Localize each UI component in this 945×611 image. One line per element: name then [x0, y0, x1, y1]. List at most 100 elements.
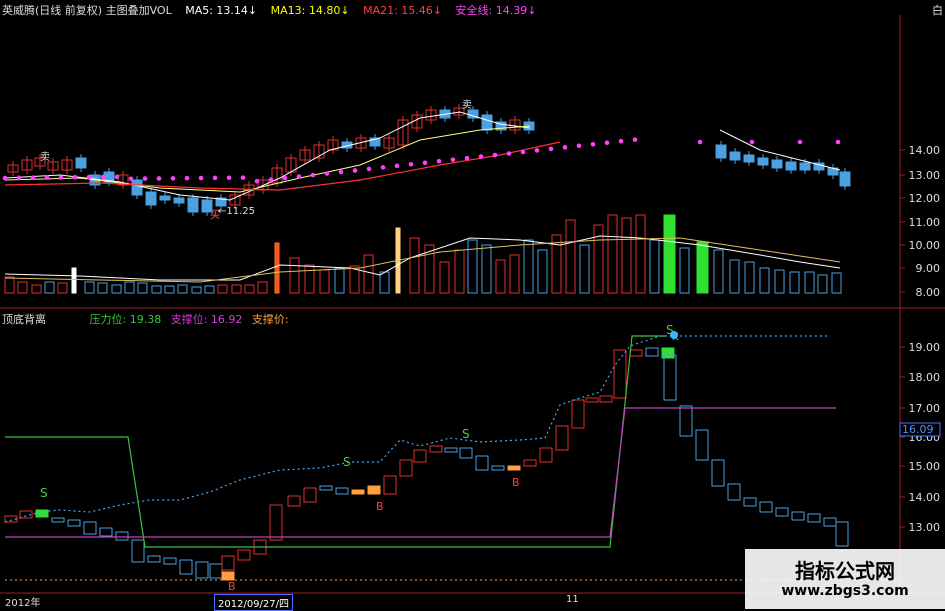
safe-line-dot — [520, 149, 526, 155]
price-candle — [729, 151, 741, 161]
indicator-candle — [335, 487, 349, 495]
volume-bar — [467, 239, 478, 294]
indicator-candle — [413, 449, 427, 463]
indicator-candle — [163, 557, 177, 565]
safe-line-dot — [324, 171, 330, 176]
volume-bar — [17, 281, 28, 294]
top-tick-label: 14.00 — [909, 144, 941, 157]
indicator-candle — [663, 354, 677, 401]
bottom-tick-label: 18.00 — [909, 371, 941, 384]
volume-bar — [204, 285, 215, 294]
sell-signal: S — [462, 427, 470, 441]
safe-line-dot — [128, 176, 134, 182]
volume-bar — [509, 254, 520, 294]
volume-bar — [231, 284, 242, 294]
safe-line-dot — [156, 176, 162, 181]
indicator-candle — [585, 397, 599, 403]
indicator-candle — [711, 459, 725, 487]
volume-bar — [244, 284, 255, 294]
volume-bar — [804, 271, 815, 294]
volume-bar — [713, 249, 724, 294]
top-tick-label: 10.00 — [909, 239, 941, 252]
date-label-1: 2012/09/27/四 — [214, 594, 294, 611]
price-candle — [757, 157, 769, 166]
indicator-candle — [367, 485, 381, 495]
price-candle — [799, 162, 811, 171]
indicator-candle — [221, 571, 235, 581]
price-candle — [75, 157, 87, 169]
volume-bar — [817, 274, 828, 294]
volume-bar — [379, 271, 390, 294]
indicator-candle — [679, 405, 693, 437]
volume-bar — [4, 276, 15, 294]
safe-line-label: 安全线: 14.39↓ — [455, 4, 537, 17]
date-label-0: 2012年 — [5, 598, 41, 609]
safe-line-dot — [184, 175, 190, 181]
ma5-label: MA5: 13.14↓ — [185, 4, 258, 17]
volume-bar — [579, 244, 590, 294]
indicator-candle — [399, 459, 413, 477]
top-tick-label: 11.00 — [909, 216, 941, 229]
safe-line-dot — [100, 174, 106, 180]
indicator-candle — [645, 347, 659, 357]
volume-bar — [363, 254, 374, 294]
volume-bar — [151, 285, 162, 294]
safe-line-dot — [170, 176, 176, 181]
safe-line-dot — [380, 165, 386, 170]
k-signal-dot — [670, 331, 678, 339]
support-price-label: 支撑价: — [251, 313, 289, 326]
safe-line-dot — [749, 139, 755, 145]
volume-bar — [565, 219, 576, 294]
ma13-label: MA13: 14.80↓ — [270, 4, 350, 17]
sell-signal: S — [343, 455, 351, 469]
volume-bar — [481, 244, 492, 294]
indicator-candle — [51, 517, 65, 523]
volume-bar — [663, 214, 676, 294]
volume-bar — [164, 285, 175, 294]
volume-bar — [621, 217, 632, 294]
safe-line-dot — [408, 161, 414, 167]
indicator-candle — [221, 555, 235, 571]
safe-line-dot — [548, 146, 554, 152]
indicator-candle — [83, 521, 97, 535]
indicator-candle — [507, 465, 521, 471]
watermark-title: 指标公式网 — [795, 559, 895, 583]
support-label: 支撑位: 16.92 — [170, 313, 243, 326]
buy-signal: B — [228, 580, 236, 593]
indicator-candle — [807, 513, 821, 523]
stock-chart[interactable]: 14.00 13.00 12.00 11.00 10.00 9.00 8.00 19.00 18… — [0, 0, 945, 609]
safe-line-dot — [226, 175, 232, 181]
bottom-tick-label: 19.00 — [909, 341, 941, 354]
volume-bar — [593, 224, 604, 294]
price-candle — [481, 114, 493, 131]
price-candle — [785, 161, 797, 171]
indicator-candle — [99, 527, 113, 537]
safe-line-dot — [2, 175, 8, 181]
price-candle — [715, 144, 727, 159]
indicator-candle — [179, 559, 193, 575]
volume-bar — [696, 241, 709, 294]
indicator-candle — [429, 445, 443, 453]
volume-bar — [523, 239, 534, 294]
price-candle — [159, 195, 171, 201]
safe-line-dot — [590, 141, 596, 147]
safe-line-dot — [296, 174, 302, 179]
bottom-tick-label: 14.00 — [909, 491, 941, 504]
indicator-candle — [475, 455, 489, 471]
volume-bar — [409, 237, 420, 294]
indicator-candle — [209, 563, 223, 579]
volume-bar — [191, 286, 202, 294]
safe-line-dot — [114, 174, 120, 180]
stock-title: 英威腾(日线 前复权) 主图叠加VOL — [2, 4, 172, 17]
indicator-candle — [67, 519, 81, 527]
indicator-candle — [743, 497, 757, 507]
main-chart-header: 英威腾(日线 前复权) 主图叠加VOL MA5: 13.14↓ MA13: 14… — [2, 2, 546, 18]
safe-line-dot — [394, 163, 400, 169]
volume-bar — [177, 284, 188, 294]
safe-line-dot — [422, 160, 428, 166]
indicator-candle — [791, 511, 805, 521]
safe-line-dot — [352, 168, 358, 173]
volume-bar — [454, 249, 465, 294]
volume-bar — [635, 214, 646, 294]
safe-line-dot — [254, 178, 260, 184]
